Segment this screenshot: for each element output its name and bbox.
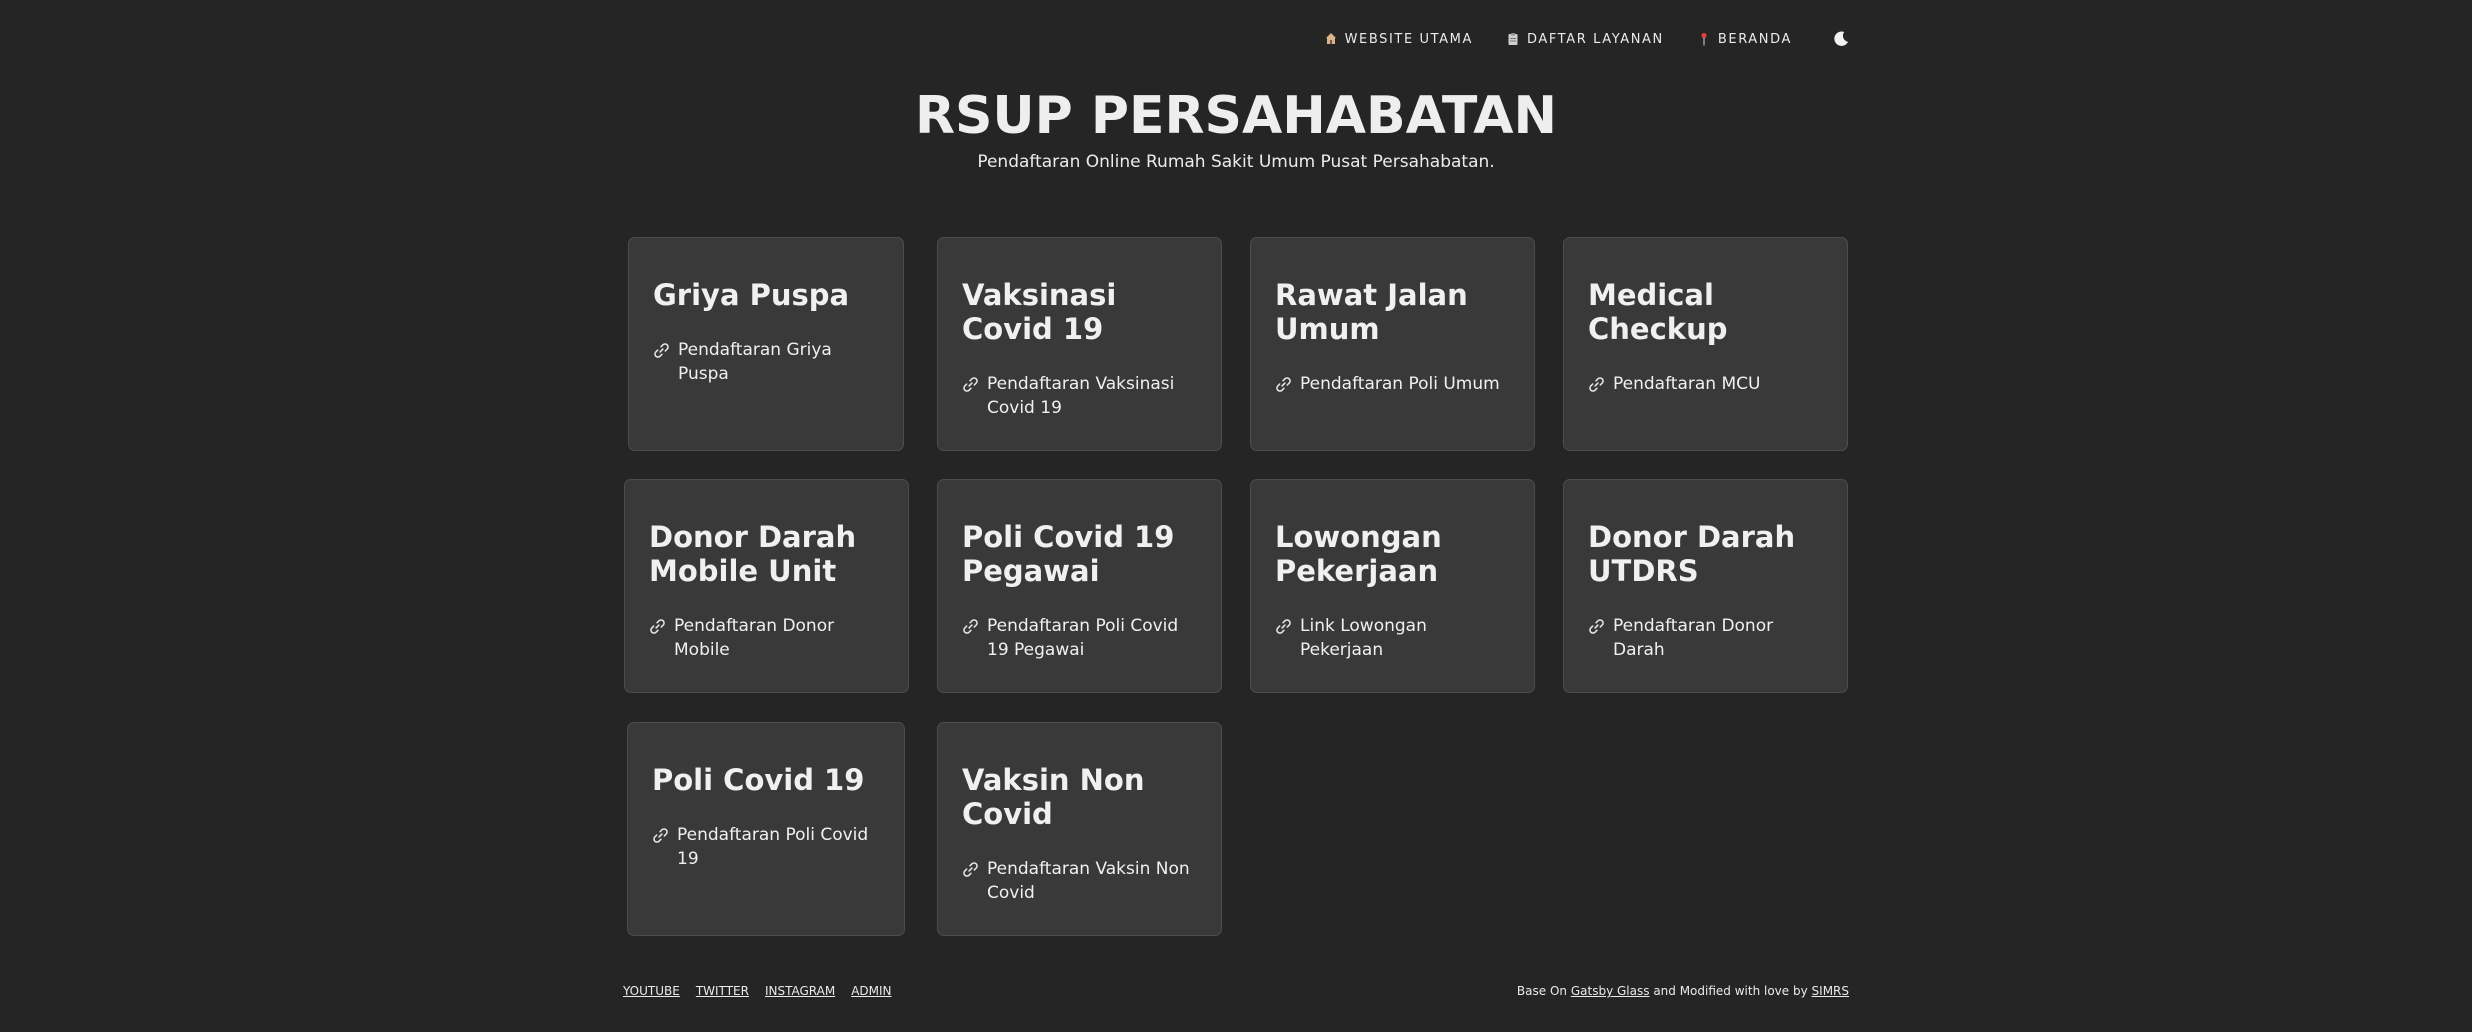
card-title: Rawat Jalan Umum bbox=[1275, 278, 1468, 346]
card-link[interactable]: Pendaftaran Vaksinasi Covid 19 bbox=[962, 372, 1197, 420]
nav-daftar-layanan-label: DAFTAR LAYANAN bbox=[1526, 31, 1664, 47]
pushpin-icon bbox=[1701, 32, 1707, 46]
top-navigation: WEBSITE UTAMA DAFTAR LAYANAN BERANDA bbox=[1325, 28, 1852, 50]
credit-link-simrs[interactable]: SIMRS bbox=[1812, 984, 1849, 998]
footer-social-links: YOUTUBE TWITTER INSTAGRAM ADMIN bbox=[623, 984, 892, 998]
link-icon bbox=[1589, 619, 1604, 634]
card-link-label: Link Lowongan Pekerjaan bbox=[1300, 616, 1427, 660]
nav-website-utama[interactable]: WEBSITE UTAMA bbox=[1325, 32, 1473, 47]
card-link[interactable]: Pendaftaran Poli Umum bbox=[1275, 372, 1510, 396]
page-title: RSUP PERSAHABATAN bbox=[914, 86, 1558, 146]
page-header: RSUP PERSAHABATAN Pendaftaran Online Rum… bbox=[0, 82, 2472, 172]
card-title: Vaksinasi Covid 19 bbox=[962, 278, 1117, 346]
card-link-label: Pendaftaran Poli Covid 19 bbox=[677, 825, 869, 869]
card-link-label: Pendaftaran Vaksinasi Covid 19 bbox=[987, 374, 1175, 418]
link-icon bbox=[963, 862, 978, 877]
card-title: Donor Darah UTDRS bbox=[1588, 520, 1796, 588]
credit-link-gatsby-glass[interactable]: Gatsby Glass bbox=[1571, 984, 1650, 998]
nav-website-utama-label: WEBSITE UTAMA bbox=[1344, 31, 1473, 47]
credit-middle: and Modified with love by bbox=[1653, 984, 1808, 998]
card-link-label: Pendaftaran Donor Darah bbox=[1613, 616, 1774, 660]
moon-icon bbox=[1834, 31, 1849, 46]
link-icon bbox=[1589, 377, 1604, 392]
card-vaksinasi-covid-19[interactable]: Vaksinasi Covid 19 Pendaftaran Vaksinasi… bbox=[937, 237, 1222, 451]
card-link[interactable]: Pendaftaran Poli Covid 19 Pegawai bbox=[962, 614, 1197, 662]
footer-link-instagram[interactable]: INSTAGRAM bbox=[765, 984, 835, 998]
link-icon bbox=[1276, 377, 1291, 392]
nav-beranda[interactable]: BERANDA bbox=[1698, 32, 1792, 47]
card-poli-covid-19[interactable]: Poli Covid 19 Pendaftaran Poli Covid 19 bbox=[627, 722, 905, 936]
card-link[interactable]: Pendaftaran Poli Covid 19 bbox=[652, 823, 880, 871]
card-link[interactable]: Pendaftaran Donor Darah bbox=[1588, 614, 1823, 662]
card-link[interactable]: Pendaftaran Donor Mobile bbox=[649, 614, 884, 662]
link-icon bbox=[963, 619, 978, 634]
card-lowongan-pekerjaan[interactable]: Lowongan Pekerjaan Link Lowongan Pekerja… bbox=[1250, 479, 1535, 693]
card-title: Poli Covid 19 Pegawai bbox=[962, 520, 1175, 588]
card-link-label: Pendaftaran Vaksin Non Covid bbox=[987, 859, 1190, 903]
link-icon bbox=[1276, 619, 1291, 634]
footer-credit: Base On Gatsby Glass and Modified with l… bbox=[1517, 984, 1849, 998]
link-icon bbox=[653, 828, 668, 843]
card-link-label: Pendaftaran Donor Mobile bbox=[674, 616, 835, 660]
card-title: Poli Covid 19 bbox=[652, 763, 865, 797]
link-icon bbox=[963, 377, 978, 392]
footer-link-twitter[interactable]: TWITTER bbox=[696, 984, 749, 998]
theme-toggle-button[interactable] bbox=[1830, 28, 1852, 50]
link-icon bbox=[654, 343, 669, 358]
nav-daftar-layanan[interactable]: DAFTAR LAYANAN bbox=[1507, 32, 1664, 47]
card-rawat-jalan-umum[interactable]: Rawat Jalan Umum Pendaftaran Poli Umum bbox=[1250, 237, 1535, 451]
card-poli-covid-19-pegawai[interactable]: Poli Covid 19 Pegawai Pendaftaran Poli C… bbox=[937, 479, 1222, 693]
card-title: Medical Checkup bbox=[1588, 278, 1728, 346]
nav-beranda-label: BERANDA bbox=[1717, 31, 1792, 47]
card-donor-darah-mobile-unit[interactable]: Donor Darah Mobile Unit Pendaftaran Dono… bbox=[624, 479, 909, 693]
card-donor-darah-utdrs[interactable]: Donor Darah UTDRS Pendaftaran Donor Dara… bbox=[1563, 479, 1848, 693]
card-link[interactable]: Link Lowongan Pekerjaan bbox=[1275, 614, 1510, 662]
card-link-label: Pendaftaran Poli Covid 19 Pegawai bbox=[987, 616, 1179, 660]
card-medical-checkup[interactable]: Medical Checkup Pendaftaran MCU bbox=[1563, 237, 1848, 451]
clipboard-icon bbox=[1508, 33, 1518, 45]
footer-link-youtube[interactable]: YOUTUBE bbox=[623, 984, 680, 998]
card-title: Donor Darah Mobile Unit bbox=[649, 520, 857, 588]
page-subtitle: Pendaftaran Online Rumah Sakit Umum Pusa… bbox=[977, 152, 1495, 172]
card-title: Griya Puspa bbox=[653, 278, 850, 312]
card-link[interactable]: Pendaftaran Vaksin Non Covid bbox=[962, 857, 1197, 905]
card-griya-puspa[interactable]: Griya Puspa Pendaftaran Griya Puspa bbox=[628, 237, 904, 451]
card-title: Vaksin Non Covid bbox=[962, 763, 1145, 831]
link-icon bbox=[650, 619, 665, 634]
card-title: Lowongan Pekerjaan bbox=[1275, 520, 1442, 588]
footer-link-admin[interactable]: ADMIN bbox=[851, 984, 891, 998]
card-link-label: Pendaftaran Griya Puspa bbox=[678, 340, 832, 384]
card-link[interactable]: Pendaftaran MCU bbox=[1588, 372, 1823, 396]
card-vaksin-non-covid[interactable]: Vaksin Non Covid Pendaftaran Vaksin Non … bbox=[937, 722, 1222, 936]
card-link[interactable]: Pendaftaran Griya Puspa bbox=[653, 338, 879, 386]
credit-prefix: Base On bbox=[1516, 984, 1568, 998]
house-icon bbox=[1325, 33, 1336, 44]
card-link-label: Pendaftaran Poli Umum bbox=[1300, 374, 1500, 394]
card-link-label: Pendaftaran MCU bbox=[1613, 374, 1761, 394]
